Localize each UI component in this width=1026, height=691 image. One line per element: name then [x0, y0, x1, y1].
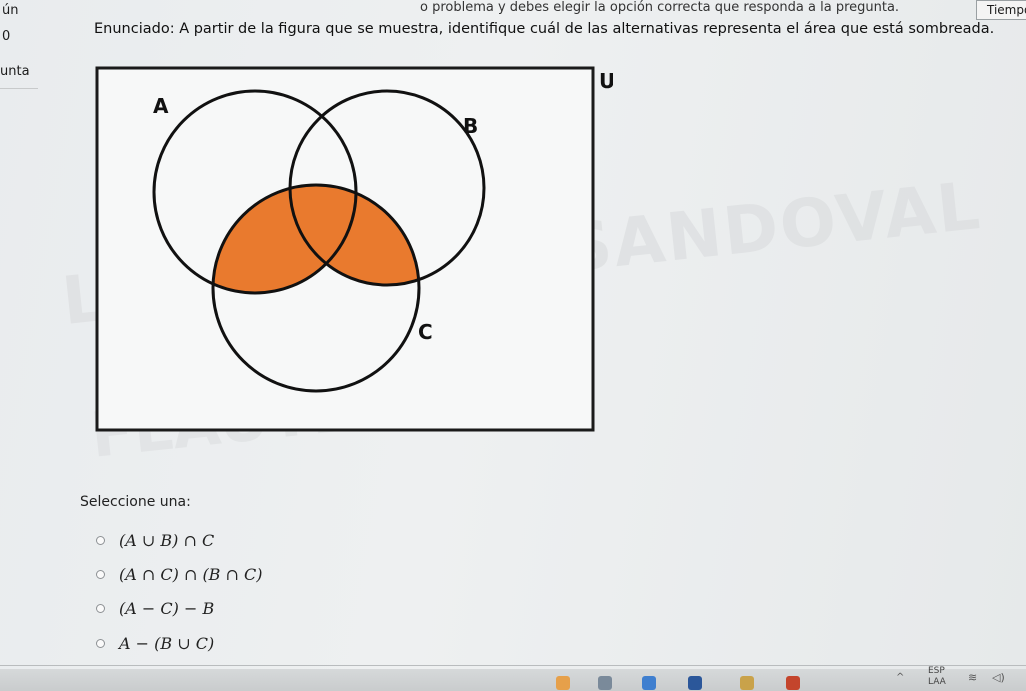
- option-3[interactable]: (A − C) − B: [96, 596, 214, 620]
- radio-icon[interactable]: [96, 569, 105, 579]
- taskbar-app-icon[interactable]: [598, 676, 612, 690]
- option-label[interactable]: (A ∪ B) ∩ C: [119, 531, 214, 550]
- select-label: Seleccione una:: [80, 494, 191, 510]
- venn-diagram: U A B C: [95, 66, 613, 432]
- timer-box: Tiempo: [976, 0, 1026, 20]
- content-bottom-border: [0, 665, 1026, 666]
- language-sub: LAA: [928, 677, 946, 687]
- powerpoint-icon[interactable]: [786, 676, 800, 690]
- option-2[interactable]: (A ∩ C) ∩ (B ∩ C): [96, 562, 263, 586]
- radio-icon[interactable]: [96, 603, 105, 613]
- radio-icon[interactable]: [96, 535, 105, 545]
- universe-label: U: [599, 69, 613, 93]
- chevron-up-icon[interactable]: ^: [896, 672, 904, 683]
- option-4[interactable]: A − (B ∪ C): [96, 631, 214, 655]
- set-a-label: A: [153, 94, 169, 118]
- question-text: Enunciado: A partir de la figura que se …: [94, 21, 995, 37]
- option-label[interactable]: (A − C) − B: [119, 599, 214, 618]
- left-panel-divider: [0, 88, 38, 89]
- option-label[interactable]: (A ∩ C) ∩ (B ∩ C): [119, 565, 263, 584]
- radio-icon[interactable]: [96, 638, 105, 648]
- wifi-icon[interactable]: ≋: [968, 671, 977, 684]
- left-panel-text-3: unta: [0, 64, 30, 79]
- word-icon[interactable]: [688, 676, 702, 690]
- set-b-label: B: [463, 114, 478, 138]
- taskbar-app-icon[interactable]: [556, 676, 570, 690]
- set-c-label: C: [418, 320, 433, 344]
- left-panel-text-1: ún: [2, 3, 19, 18]
- option-label[interactable]: A − (B ∪ C): [119, 634, 214, 653]
- top-instruction: o problema y debes elegir la opción corr…: [420, 0, 900, 15]
- left-panel-text-2: 0: [2, 29, 11, 44]
- taskbar: [0, 669, 1026, 691]
- taskbar-app-icon[interactable]: [740, 676, 754, 690]
- taskbar-app-icon[interactable]: [642, 676, 656, 690]
- speaker-icon[interactable]: ◁): [992, 671, 1005, 684]
- language-indicator[interactable]: ESP LAA: [928, 666, 946, 688]
- language-code: ESP: [928, 666, 945, 676]
- option-1[interactable]: (A ∪ B) ∩ C: [96, 528, 214, 552]
